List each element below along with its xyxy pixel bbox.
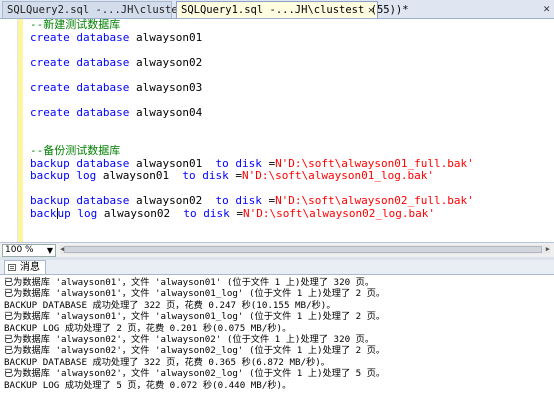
- scroll-right-icon[interactable]: ▶: [546, 245, 550, 254]
- code-token: to disk: [215, 156, 269, 170]
- close-window-icon[interactable]: ✕: [543, 1, 550, 17]
- code-line: backup log alwayson02 to disk =N'D:\soft…: [30, 206, 474, 221]
- code-token: =: [236, 206, 243, 220]
- code-token: create database: [30, 30, 136, 44]
- tab-sqlquery1[interactable]: SQLQuery1.sql -...JH\clustest (55))* ✕: [176, 1, 409, 19]
- code-token: alwayson01: [102, 169, 183, 183]
- close-icon[interactable]: ✕: [368, 2, 374, 19]
- code-token: alwayson02: [103, 206, 184, 220]
- code-token: alwayson02: [135, 194, 216, 208]
- chevron-down-icon: ▼: [46, 246, 53, 255]
- code-line: backup log alwayson01 to disk =N'D:\soft…: [30, 169, 474, 183]
- code-line: create database alwayson04: [30, 106, 474, 120]
- message-line: BACKUP DATABASE 成功处理了 322 页，花费 0.247 秒(1…: [4, 299, 336, 311]
- code-line: create database alwayson02: [30, 55, 474, 70]
- code-token: back: [30, 206, 57, 220]
- code-token: backup database: [30, 156, 136, 170]
- zoom-value: 100 %: [5, 245, 34, 255]
- editor-status-bar: 100 % ▼ ◀ ▶: [0, 242, 554, 258]
- code-token: alwayson01: [135, 30, 203, 44]
- horizontal-scrollbar[interactable]: ◀ ▶: [60, 245, 550, 254]
- tab-title: SQLQuery1.sql -...JH\clustest (55))*: [181, 4, 409, 16]
- code-token: N'D:\soft\alwayson01_full.bak': [275, 156, 474, 170]
- code-line: create database alwayson03: [30, 80, 474, 95]
- code-token: backup log: [30, 169, 103, 183]
- document-tab-strip: SQLQuery2.sql -...JH\clustest (53))* SQL…: [0, 0, 554, 19]
- code-area[interactable]: --新建测试数据库 create database alwayson01 crea…: [30, 18, 474, 221]
- message-line: 已为数据库 'alwayson01'，文件 'alwayson01_log' (…: [4, 288, 386, 300]
- indicator-margin: [0, 19, 18, 242]
- tab-sqlquery2[interactable]: SQLQuery2.sql -...JH\clustest (53))*: [2, 1, 235, 18]
- message-line: BACKUP LOG 成功处理了 2 页，花费 0.201 秒(0.075 MB…: [4, 322, 292, 334]
- code-token: =: [235, 169, 242, 183]
- code-token: --新建测试数据库: [30, 18, 121, 31]
- message-line: BACKUP LOG 成功处理了 5 页，花费 0.072 秒(0.440 MB…: [4, 379, 292, 391]
- messages-pane[interactable]: 已为数据库 'alwayson01'，文件 'alwayson01' (位于文件…: [0, 275, 554, 400]
- tab-messages[interactable]: 消息: [4, 260, 46, 274]
- message-line: 已为数据库 'alwayson01'，文件 'alwayson01' (位于文件…: [4, 277, 375, 288]
- zoom-dropdown[interactable]: 100 % ▼: [2, 244, 56, 257]
- tab-messages-label: 消息: [20, 262, 40, 273]
- query-editor[interactable]: --新建测试数据库 create database alwayson01 crea…: [0, 18, 554, 242]
- code-token: alwayson01: [135, 156, 216, 170]
- scrollbar-thumb[interactable]: [64, 246, 542, 253]
- change-tracking-bar: [18, 19, 23, 242]
- code-token: to disk: [182, 169, 236, 183]
- message-line: 已为数据库 'alwayson02'，文件 'alwayson02_log' (…: [4, 345, 386, 357]
- code-token: N'D:\soft\alwayson01_log.bak': [241, 169, 435, 183]
- message-line: 已为数据库 'alwayson01'，文件 'alwayson01_log' (…: [4, 311, 386, 323]
- code-token: to disk: [183, 206, 237, 220]
- message-line: 已为数据库 'alwayson02'，文件 'alwayson02' (位于文件…: [4, 334, 375, 345]
- message-line: 已为数据库 'alwayson02'，文件 'alwayson02_log' (…: [4, 368, 386, 380]
- code-token: N'D:\soft\alwayson02_full.bak': [275, 194, 474, 208]
- code-token: up log: [57, 206, 104, 220]
- message-line: BACKUP DATABASE 成功处理了 322 页，花费 0.365 秒(6…: [4, 356, 330, 368]
- code-token: N'D:\soft\alwayson02_log.bak': [242, 206, 436, 220]
- code-token: backup database: [30, 194, 136, 208]
- code-token: --备份测试数据库: [30, 143, 121, 157]
- code-token: alwayson03: [135, 80, 203, 94]
- code-line: create database alwayson01: [30, 30, 474, 45]
- message-icon: [8, 264, 16, 271]
- code-token: create database: [30, 80, 136, 94]
- code-token: alwayson04: [135, 106, 203, 120]
- code-token: to disk: [215, 194, 269, 208]
- code-token: create database: [30, 55, 136, 69]
- code-token: alwayson02: [135, 55, 203, 69]
- results-tab-strip: 消息: [0, 260, 554, 275]
- code-token: create database: [30, 106, 136, 120]
